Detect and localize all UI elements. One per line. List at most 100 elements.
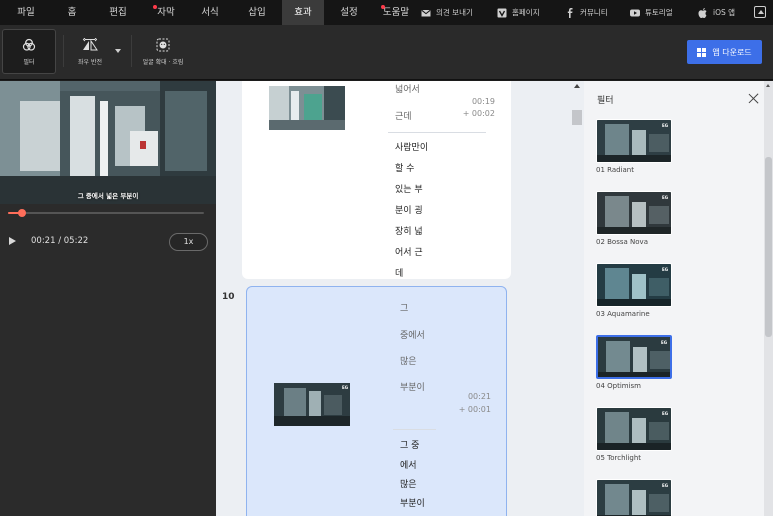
flip-tool-button[interactable]: 좌우 반전: [68, 29, 112, 74]
row-number: 10: [222, 292, 235, 302]
clip-thumbnail[interactable]: EG: [274, 383, 350, 426]
feedback-link[interactable]: 의견 보내기: [421, 0, 473, 25]
toolbar-divider: [63, 35, 64, 67]
filter-badge: EG: [660, 340, 667, 345]
segment-duration: + 00:01: [458, 405, 491, 414]
play-icon[interactable]: [9, 237, 16, 245]
edit-text-line[interactable]: 사람만이: [395, 140, 428, 153]
edit-text-line[interactable]: 어서 근: [395, 245, 423, 258]
edit-text-line[interactable]: 있는 부: [395, 182, 423, 195]
close-icon[interactable]: [748, 93, 760, 105]
filter-preview-image: [597, 192, 671, 234]
segment-text-line[interactable]: 근데: [395, 109, 412, 122]
filter-icon: [22, 38, 36, 51]
playback-speed-button[interactable]: 1x: [169, 233, 208, 251]
flip-dropdown-arrow-icon[interactable]: [115, 49, 121, 53]
seek-bar[interactable]: [8, 209, 204, 217]
filter-item-next[interactable]: EG: [596, 479, 674, 516]
mail-icon: [421, 9, 431, 16]
filter-thumbnail: EG: [596, 407, 672, 451]
filter-thumbnail: EG: [596, 335, 672, 379]
menu-help[interactable]: 도움말: [378, 0, 414, 25]
subtitle-card-selected[interactable]: EG 그 중에서 많은 부분이 00:21 + 00:01 그 중 에서 많은 …: [246, 286, 507, 516]
filter-badge: EG: [661, 123, 668, 128]
segment-text-line[interactable]: 부분이: [400, 380, 425, 393]
scroll-up-arrow-icon[interactable]: [766, 84, 770, 87]
menu-bar: 파일 홈 편집 자막 서식 삽입 효과 설정 도움말 의견 보내기 홈페이지 커…: [0, 0, 773, 25]
filter-label: 03 Aquamarine: [596, 310, 650, 318]
face-blur-tool-button[interactable]: 얼굴 확대 · 흐림: [136, 29, 190, 74]
edit-text-line[interactable]: 그 중: [400, 438, 419, 451]
homepage-link[interactable]: 홈페이지: [497, 0, 540, 25]
app-download-label: 앱 다운로드: [712, 47, 752, 57]
flip-tool-label: 좌우 반전: [78, 58, 102, 66]
edit-text-line[interactable]: 부분이: [400, 496, 425, 509]
filter-tool-button[interactable]: 필터: [2, 29, 56, 74]
edit-text-line[interactable]: 분이 굉: [395, 203, 423, 216]
divider: [393, 429, 436, 430]
menu-effects[interactable]: 효과: [282, 0, 324, 25]
app-window: { "menu": { "items": [ {"label": "파일", "…: [0, 0, 773, 516]
filter-badge: EG: [661, 195, 668, 200]
menu-home[interactable]: 홈: [54, 0, 90, 25]
clip-thumbnail-image: [274, 383, 350, 426]
edit-text-line[interactable]: 할 수: [395, 161, 414, 174]
vrew-logo-icon: [497, 8, 507, 17]
filter-preview-image: [597, 120, 671, 162]
video-preview[interactable]: 그 중에서 넓은 부분이: [0, 81, 216, 204]
edit-text-line[interactable]: 데: [395, 266, 403, 279]
filter-preview-image: [597, 264, 671, 306]
segment-text-line[interactable]: 많은: [400, 354, 417, 367]
filter-scroll-thumb[interactable]: [765, 157, 772, 337]
menu-file[interactable]: 파일: [8, 0, 44, 25]
segment-text-line[interactable]: 그: [400, 301, 408, 314]
filter-item-optimism[interactable]: EG 04 Optimism: [596, 335, 674, 390]
edit-text-line[interactable]: 장히 넓: [395, 224, 423, 237]
timecode: 00:21 / 05:22: [31, 236, 89, 246]
subtitle-list: 넓어서 근데 00:19 + 00:02 사람만이 할 수 있는 부 분이 굉 …: [216, 81, 570, 516]
flip-horizontal-icon: [82, 37, 98, 50]
scroll-up-arrow-icon[interactable]: [574, 84, 580, 88]
edit-text-line[interactable]: 에서: [400, 458, 417, 471]
segment-text-line[interactable]: 중에서: [400, 328, 425, 341]
face-icon: [156, 38, 170, 51]
menu-insert[interactable]: 삽입: [239, 0, 275, 25]
app-download-button[interactable]: 앱 다운로드: [687, 40, 762, 64]
filter-preview-image: [597, 408, 671, 450]
community-link[interactable]: 커뮤니티: [565, 0, 608, 25]
edit-text-line[interactable]: 많은: [400, 477, 417, 490]
filter-badge: EG: [661, 267, 668, 272]
filter-thumbnail: EG: [596, 119, 672, 163]
filter-item-torchlight[interactable]: EG 05 Torchlight: [596, 407, 674, 462]
video-player-panel: 그 중에서 넓은 부분이 00:21 / 05:22 1x: [0, 81, 216, 516]
filter-item-bossa-nova[interactable]: EG 02 Bossa Nova: [596, 191, 674, 246]
filter-label: 05 Torchlight: [596, 454, 642, 462]
thumbnail-badge: EG: [341, 385, 348, 390]
ios-app-link[interactable]: iOS 앱: [698, 0, 735, 25]
subtitle-card[interactable]: 넓어서 근데 00:19 + 00:02 사람만이 할 수 있는 부 분이 굉 …: [242, 81, 511, 279]
seek-bar-thumb[interactable]: [17, 209, 26, 217]
menu-settings[interactable]: 설정: [331, 0, 367, 25]
list-scroll-thumb[interactable]: [572, 110, 582, 125]
list-scrollbar[interactable]: [570, 81, 584, 516]
menu-format[interactable]: 서식: [192, 0, 228, 25]
menu-edit[interactable]: 편집: [100, 0, 136, 25]
facebook-icon: [567, 7, 573, 18]
filter-badge: EG: [661, 483, 668, 488]
collapse-toolbar-button[interactable]: [754, 6, 766, 18]
filter-panel-scrollbar[interactable]: [764, 81, 773, 516]
clip-thumbnail[interactable]: [269, 86, 345, 130]
toolbar-divider: [131, 35, 132, 67]
tutorial-link[interactable]: 튜토리얼: [630, 0, 673, 25]
filter-panel: 필터 EG 01 Radiant EG 02 Bossa Nova EG 03 …: [584, 81, 773, 516]
segment-text-line[interactable]: 넓어서: [395, 82, 420, 95]
divider: [388, 132, 486, 133]
filter-item-radiant[interactable]: EG 01 Radiant: [596, 119, 674, 174]
filter-item-aquamarine[interactable]: EG 03 Aquamarine: [596, 263, 674, 318]
menu-subtitle[interactable]: 자막: [148, 0, 184, 25]
filter-thumbnail: EG: [596, 191, 672, 235]
segment-duration: + 00:02: [462, 109, 495, 118]
filter-panel-title: 필터: [597, 96, 614, 106]
apple-icon: [698, 7, 707, 18]
filter-label: 02 Bossa Nova: [596, 238, 648, 246]
